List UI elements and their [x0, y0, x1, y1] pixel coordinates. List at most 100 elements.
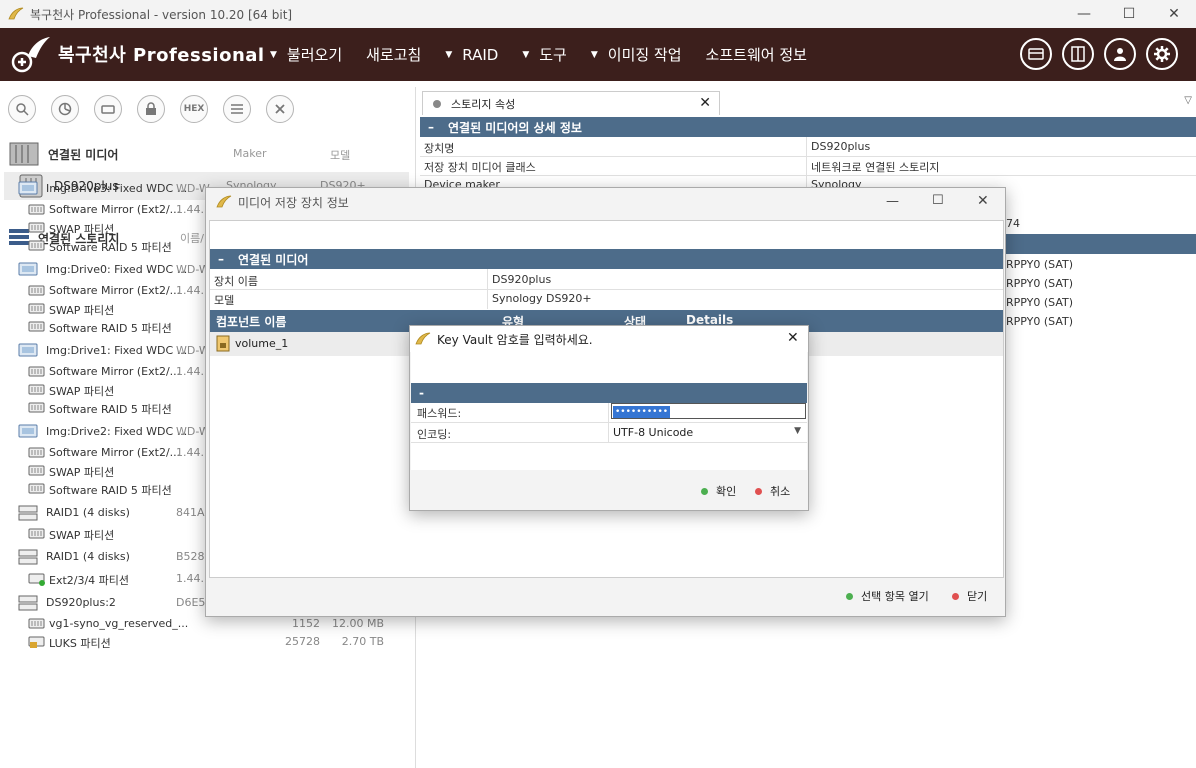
disk-icon — [101, 105, 115, 114]
close-icon — [275, 104, 285, 114]
partition-icon — [28, 321, 45, 332]
storage-row-label: Img:Drive3: Fixed WDC ... — [46, 182, 188, 195]
encoding-select[interactable]: UTF-8 Unicode ▼ — [609, 422, 807, 442]
list-tool-button[interactable] — [223, 95, 251, 123]
prop-key: 저장 장치 미디어 클래스 — [424, 161, 536, 174]
media-dialog-titlebar: 미디어 저장 장치 정보 — ☐ ✕ — [206, 188, 1005, 216]
green-dot-icon — [846, 592, 853, 600]
gear-icon — [1154, 46, 1170, 62]
storage-row-label: Img:Drive0: Fixed WDC ... — [46, 263, 188, 276]
prop-partial-value: RPPY0 (SAT) — [1006, 296, 1074, 309]
dropdown-arrow-icon: ▼ — [522, 49, 530, 60]
tab-dot-icon — [433, 99, 441, 108]
partition-icon — [28, 618, 45, 629]
close-dialog-button[interactable]: ✕ — [787, 330, 799, 346]
settings-button[interactable] — [1146, 38, 1178, 70]
prop-partial-value: RPPY0 (SAT) — [1006, 277, 1074, 290]
key-dialog-titlebar: Key Vault 암호를 입력하세요. ✕ — [410, 326, 808, 352]
list-icon — [231, 104, 243, 114]
minimize-button[interactable]: — — [1061, 0, 1107, 28]
storage-row-label: Software RAID 5 파티션 — [49, 322, 172, 335]
cancel-button[interactable]: 취소 — [755, 483, 790, 499]
volume-lock-icon — [216, 335, 230, 352]
prop-partial-value: RPPY0 (SAT) — [1006, 315, 1074, 328]
green-dot-icon — [701, 487, 708, 495]
close-button[interactable]: 닫기 — [952, 588, 987, 604]
tab-close-icon[interactable]: ✕ — [699, 95, 711, 111]
maximize-button[interactable]: ☐ — [1106, 0, 1152, 28]
collapse-icon[interactable]: – — [218, 252, 224, 266]
storage-row-offset: 25728 — [285, 635, 320, 648]
partition-icon — [28, 384, 45, 395]
partition-icon — [28, 483, 45, 494]
dialog-prop-value: Synology DS920+ — [492, 292, 592, 305]
window-titlebar: 복구천사 Professional - version 10.20 [64 bi… — [0, 0, 1196, 28]
storage-row-label: LUKS 파티션 — [49, 637, 111, 650]
encoding-label: 인코딩: — [417, 428, 452, 441]
storage-row-label: Software Mirror (Ext2/... — [49, 284, 181, 297]
storage-row-label: Img:Drive2: Fixed WDC ... — [46, 425, 188, 438]
close-window-button[interactable]: ✕ — [1151, 0, 1196, 28]
partition-icon — [28, 528, 45, 539]
collapse-icon[interactable]: – — [428, 120, 434, 134]
open-selected-button[interactable]: 선택 항목 열기 — [846, 588, 929, 604]
maximize-button[interactable]: ☐ — [932, 193, 944, 208]
raid-icon — [18, 505, 38, 521]
storage-row-label: Software RAID 5 파티션 — [49, 484, 172, 497]
partition-icon — [28, 465, 45, 476]
raid-icon — [18, 549, 38, 565]
storage-row-label: DS920plus:2 — [46, 596, 116, 609]
drive-image-icon — [18, 262, 38, 276]
storage-row-label: Software Mirror (Ext2/... — [49, 446, 181, 459]
props-section-bar-2 — [1006, 234, 1196, 254]
partition-icon — [28, 222, 45, 233]
partition-ok-icon — [28, 573, 45, 586]
storage-row-size: 2.70 TB — [341, 635, 384, 648]
password-input[interactable]: •••••••••• — [611, 403, 806, 419]
angel-wing-icon — [415, 332, 431, 345]
dropdown-arrow-icon: ▼ — [590, 49, 598, 60]
card-button[interactable] — [1020, 38, 1052, 70]
user-button[interactable] — [1104, 38, 1136, 70]
panel-button[interactable] — [1062, 38, 1094, 70]
app-header: 복구천사 Professional ▼ 불러오기 새로고침 ▼ RAID ▼ 도구 ▼… — [0, 28, 1196, 81]
hex-tool-button[interactable]: HEX — [180, 95, 208, 123]
prop-partial-value: 74 — [1006, 217, 1020, 230]
storage-row[interactable]: vg1-syno_vg_reserved_... 1152 12.00 MB — [0, 616, 400, 634]
disk-tool-button[interactable] — [94, 95, 122, 123]
storage-row-label: SWAP 파티션 — [49, 529, 115, 542]
tab-menu-icon[interactable]: ▽ — [1184, 95, 1192, 106]
col-component-name[interactable]: 컴포넌트 이름 — [216, 313, 286, 330]
key-dialog-section-bar: - — [411, 383, 807, 403]
drive-image-icon — [18, 181, 38, 195]
ok-button[interactable]: 확인 — [701, 483, 736, 499]
key-vault-dialog: Key Vault 암호를 입력하세요. ✕ - 패스워드: •••••••••… — [409, 325, 809, 511]
lock-icon — [146, 102, 156, 115]
dialog-prop-key: 장치 이름 — [214, 275, 258, 288]
storage-row[interactable]: LUKS 파티션 25728 2.70 TB — [0, 634, 400, 652]
angel-wing-logo-icon — [11, 37, 50, 73]
storage-row-label: SWAP 파티션 — [49, 304, 115, 317]
minimize-button[interactable]: — — [886, 194, 899, 209]
close-tool-button[interactable] — [266, 95, 294, 123]
lock-tool-button[interactable] — [137, 95, 165, 123]
red-dot-icon — [755, 487, 762, 495]
menu-raid[interactable]: ▼ RAID — [445, 46, 498, 64]
col-model: 모델 — [330, 149, 351, 162]
storage-row-label: SWAP 파티션 — [49, 385, 115, 398]
chart-tool-button[interactable] — [51, 95, 79, 123]
key-dialog-content: - 패스워드: •••••••••• 인코딩: UTF-8 Unicode ▼ — [411, 352, 807, 470]
tab-label: 스토리지 속성 — [451, 97, 516, 111]
menu-load[interactable]: ▼ 불러오기 — [270, 44, 342, 65]
pie-chart-icon — [58, 102, 72, 116]
close-dialog-button[interactable]: ✕ — [977, 193, 989, 209]
dropdown-arrow-icon: ▼ — [270, 49, 277, 60]
menu-imaging[interactable]: ▼ 이미징 작업 — [591, 44, 682, 65]
col-maker: Maker — [233, 147, 267, 160]
menu-refresh[interactable]: 새로고침 — [366, 44, 421, 65]
menu-about[interactable]: 소프트웨어 정보 — [706, 44, 807, 65]
search-tool-button[interactable] — [8, 95, 36, 123]
menu-tools[interactable]: ▼ 도구 — [522, 44, 567, 65]
brand-logo: 복구천사 Professional — [10, 34, 265, 74]
tab-storage-props[interactable]: 스토리지 속성 ✕ — [422, 91, 720, 115]
